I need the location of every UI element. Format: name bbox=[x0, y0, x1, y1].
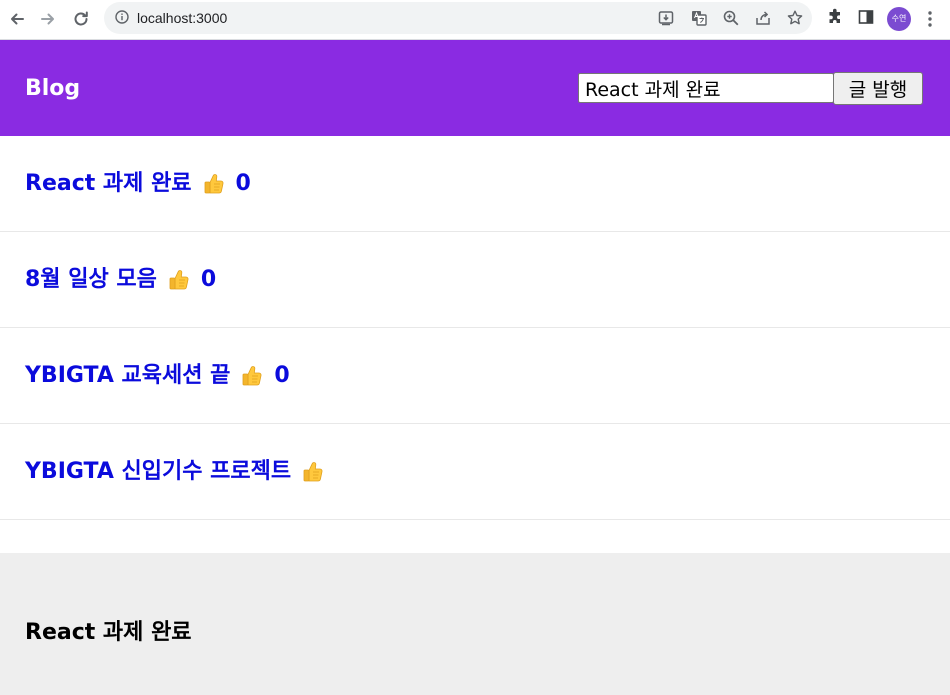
more-menu-icon[interactable] bbox=[922, 9, 938, 29]
list-item: React 과제 완료 0 bbox=[0, 136, 950, 232]
post-title: React 과제 완료 0 bbox=[25, 171, 251, 197]
thumbs-up-icon[interactable] bbox=[167, 268, 191, 292]
post-detail-panel: React 과제 완료 bbox=[0, 553, 950, 695]
info-icon[interactable] bbox=[115, 10, 129, 24]
side-panel-icon[interactable] bbox=[857, 8, 875, 26]
thumbs-up-icon[interactable] bbox=[202, 172, 226, 196]
post-title-text[interactable]: YBIGTA 신입기수 프로젝트 bbox=[25, 459, 291, 485]
zoom-icon[interactable] bbox=[722, 9, 740, 27]
post-title-text[interactable]: YBIGTA 교육세션 끝 bbox=[25, 363, 230, 389]
detail-title: React 과제 완료 bbox=[25, 620, 192, 645]
list-item: YBIGTA 교육세션 끝 0 bbox=[0, 328, 950, 424]
bookmark-star-icon[interactable] bbox=[786, 9, 804, 27]
reload-icon bbox=[74, 11, 88, 26]
post-title-text[interactable]: React 과제 완료 bbox=[25, 171, 192, 197]
install-app-icon[interactable] bbox=[657, 9, 675, 27]
publish-button[interactable]: 글 발행 bbox=[833, 72, 923, 105]
back-button[interactable] bbox=[4, 6, 30, 32]
translate-icon[interactable] bbox=[690, 9, 708, 27]
blog-header: Blog 글 발행 bbox=[0, 40, 950, 136]
post-title-text[interactable]: 8월 일상 모음 bbox=[25, 267, 157, 293]
avatar[interactable]: 수연 bbox=[887, 7, 911, 31]
share-icon[interactable] bbox=[754, 9, 772, 27]
post-title: 8월 일상 모음 0 bbox=[25, 267, 216, 293]
forward-button[interactable] bbox=[35, 6, 61, 32]
extensions-icon[interactable] bbox=[826, 8, 844, 26]
like-count: 0 bbox=[200, 267, 217, 292]
blog-logo: Blog bbox=[25, 76, 81, 101]
post-title: YBIGTA 교육세션 끝 0 bbox=[25, 363, 290, 389]
page-content: Blog 글 발행 React 과제 완료 0 8월 일상 모음 0 YBIGT… bbox=[0, 40, 950, 695]
thumbs-up-icon[interactable] bbox=[301, 460, 325, 484]
url-text[interactable]: localhost:3000 bbox=[137, 10, 227, 26]
list-item: 8월 일상 모음 0 bbox=[0, 232, 950, 328]
reload-button[interactable] bbox=[68, 6, 94, 32]
arrow-right-icon bbox=[41, 13, 54, 25]
post-title: YBIGTA 신입기수 프로젝트 bbox=[25, 459, 335, 485]
list-item: YBIGTA 신입기수 프로젝트 bbox=[0, 424, 950, 520]
like-count: 0 bbox=[235, 171, 251, 196]
post-title-input[interactable] bbox=[578, 73, 834, 103]
arrow-left-icon bbox=[11, 13, 24, 25]
like-count: 0 bbox=[274, 363, 290, 388]
thumbs-up-icon[interactable] bbox=[240, 364, 264, 388]
address-bar[interactable]: localhost:3000 bbox=[104, 2, 812, 34]
browser-toolbar: localhost:3000 수연 bbox=[0, 0, 950, 40]
